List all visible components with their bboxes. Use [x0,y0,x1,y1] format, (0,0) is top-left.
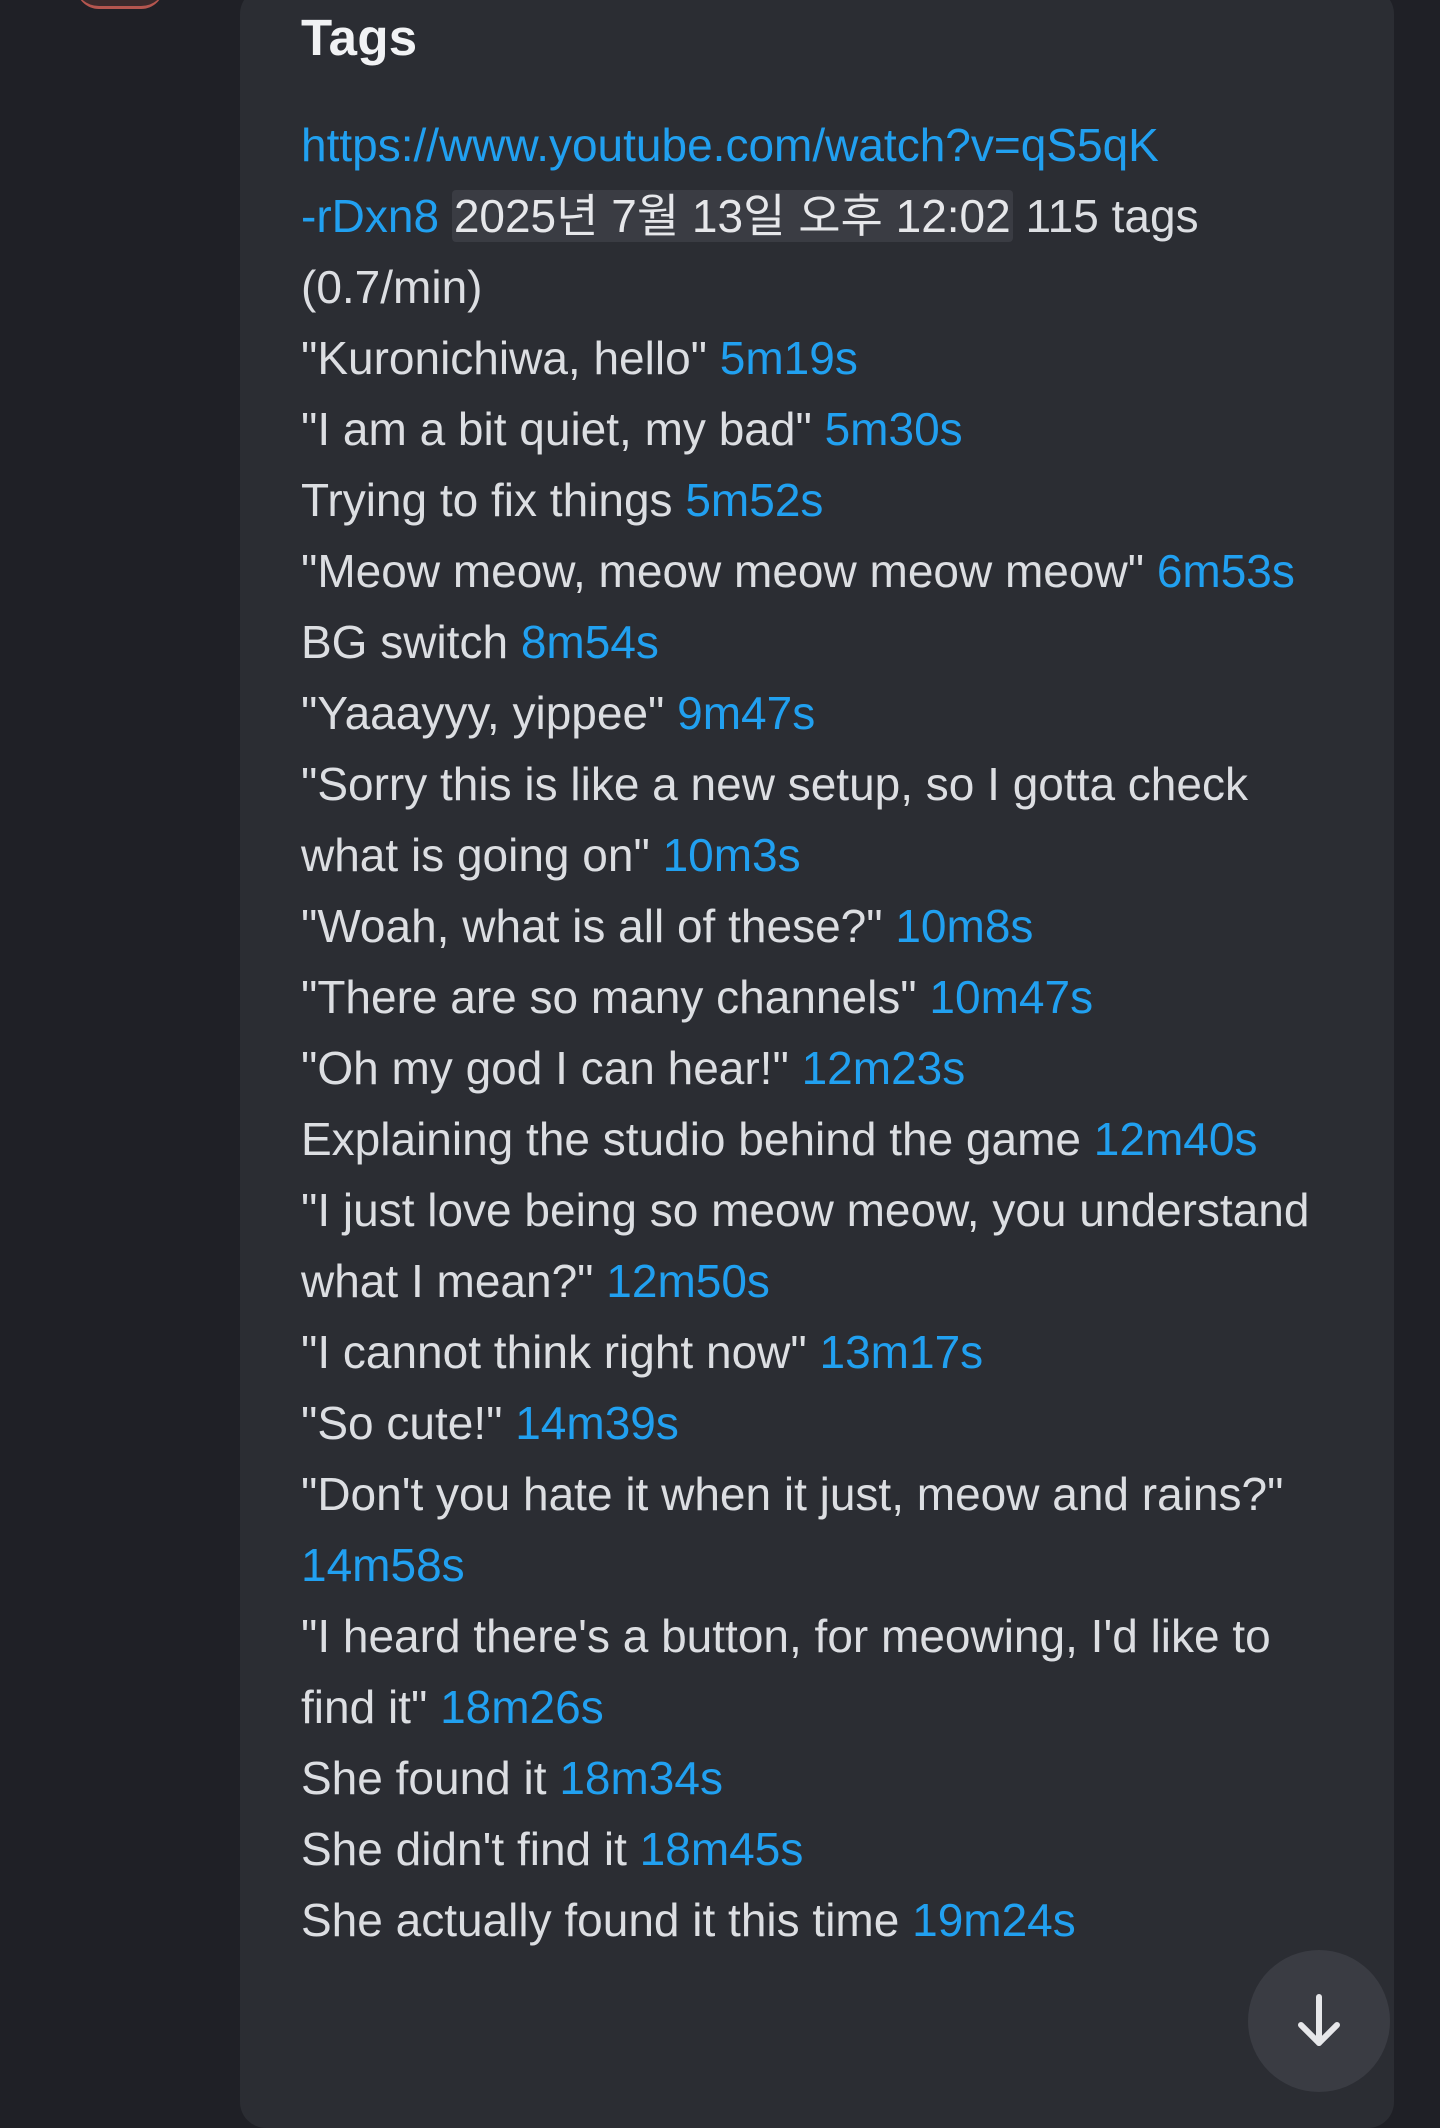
tag-list: "Kuronichiwa, hello" 5m19s "I am a bit qu… [301,323,1341,1956]
tag-timestamp-link[interactable]: 6m53s [1157,545,1295,597]
tag-timestamp-link[interactable]: 10m8s [895,900,1033,952]
tag-text: "So cute!" [301,1397,503,1449]
tag-entry: Explaining the studio behind the game 12… [301,1104,1341,1175]
tag-entry: "Kuronichiwa, hello" 5m19s [301,323,1341,394]
video-link-continued[interactable]: -rDxn8 [301,190,439,242]
tag-entry: "There are so many channels" 10m47s [301,962,1341,1033]
tag-text: Explaining the studio behind the game [301,1113,1082,1165]
video-meta-line: -rDxn8 2025년 7월 13일 오후 12:02 115 tags [301,181,1341,252]
tag-text: "Kuronichiwa, hello" [301,332,707,384]
tag-entry: She found it 18m34s [301,1743,1341,1814]
tag-text: She actually found it this time [301,1894,900,1946]
tag-entry: She actually found it this time 19m24s [301,1885,1341,1956]
tag-entry: "Woah, what is all of these?" 10m8s [301,891,1341,962]
tag-timestamp-link[interactable]: 18m45s [640,1823,804,1875]
tag-entry: "Oh my god I can hear!" 12m23s [301,1033,1341,1104]
tag-text: "Yaaayyy, yippee" [301,687,665,739]
tag-text: She didn't find it [301,1823,627,1875]
tag-text: She found it [301,1752,547,1804]
tag-text: "Woah, what is all of these?" [301,900,883,952]
tag-text: "Oh my god I can hear!" [301,1042,789,1094]
tag-entry: "Meow meow, meow meow meow meow" 6m53s [301,536,1341,607]
tag-text: "There are so many channels" [301,971,917,1023]
tag-entry: "So cute!" 14m39s [301,1388,1341,1459]
tag-timestamp-link[interactable]: 12m23s [802,1042,966,1094]
tag-timestamp-link[interactable]: 10m47s [929,971,1093,1023]
tag-text: Trying to fix things [301,474,673,526]
tag-entry: "Don't you hate it when it just, meow an… [301,1459,1341,1601]
tag-timestamp-link[interactable]: 14m58s [301,1539,465,1591]
tag-timestamp-link[interactable]: 5m30s [825,403,963,455]
tag-text: "I cannot think right now" [301,1326,807,1378]
tag-timestamp-link[interactable]: 18m26s [440,1681,604,1733]
tag-timestamp-link[interactable]: 5m52s [685,474,823,526]
tag-entry: "I cannot think right now" 13m17s [301,1317,1341,1388]
video-link-line: https://www.youtube.com/watch?v=qS5qK [301,110,1341,181]
scroll-to-bottom-button[interactable] [1248,1950,1390,2092]
tag-entry: "Sorry this is like a new setup, so I go… [301,749,1341,891]
tag-timestamp-link[interactable]: 12m40s [1094,1113,1258,1165]
tag-timestamp-link[interactable]: 12m50s [606,1255,770,1307]
tag-timestamp-link[interactable]: 18m34s [559,1752,723,1804]
tag-text: BG switch [301,616,509,668]
avatar[interactable] [76,0,164,9]
tag-timestamp-link[interactable]: 14m39s [515,1397,679,1449]
tag-text: "I am a bit quiet, my bad" [301,403,812,455]
tag-entry: "I am a bit quiet, my bad" 5m30s [301,394,1341,465]
embed-body: https://www.youtube.com/watch?v=qS5qK -r… [301,110,1341,1956]
embed-title: Tags [301,9,418,66]
stream-timestamp[interactable]: 2025년 7월 13일 오후 12:02 [451,190,1013,242]
tag-entry: "I heard there's a button, for meowing, … [301,1601,1341,1743]
tag-count: 115 tags [1025,190,1199,242]
tag-timestamp-link[interactable]: 19m24s [912,1894,1076,1946]
tag-entry: "Yaaayyy, yippee" 9m47s [301,678,1341,749]
tag-timestamp-link[interactable]: 8m54s [521,616,659,668]
tag-timestamp-link[interactable]: 10m3s [663,829,801,881]
tag-entry: BG switch 8m54s [301,607,1341,678]
tag-entry: "I just love being so meow meow, you und… [301,1175,1341,1317]
tag-entry: Trying to fix things 5m52s [301,465,1341,536]
tag-timestamp-link[interactable]: 9m47s [677,687,815,739]
tag-rate-line: (0.7/min) [301,252,1341,323]
tag-text: "Don't you hate it when it just, meow an… [301,1468,1284,1520]
video-link[interactable]: https://www.youtube.com/watch?v=qS5qK [301,119,1159,171]
tag-text: "I just love being so meow meow, you und… [301,1184,1310,1307]
tag-rate: (0.7/min) [301,261,483,313]
tag-timestamp-link[interactable]: 5m19s [720,332,858,384]
tag-text: "Meow meow, meow meow meow meow" [301,545,1145,597]
arrow-down-icon [1298,1994,1340,2046]
tag-timestamp-link[interactable]: 13m17s [820,1326,984,1378]
tag-entry: She didn't find it 18m45s [301,1814,1341,1885]
